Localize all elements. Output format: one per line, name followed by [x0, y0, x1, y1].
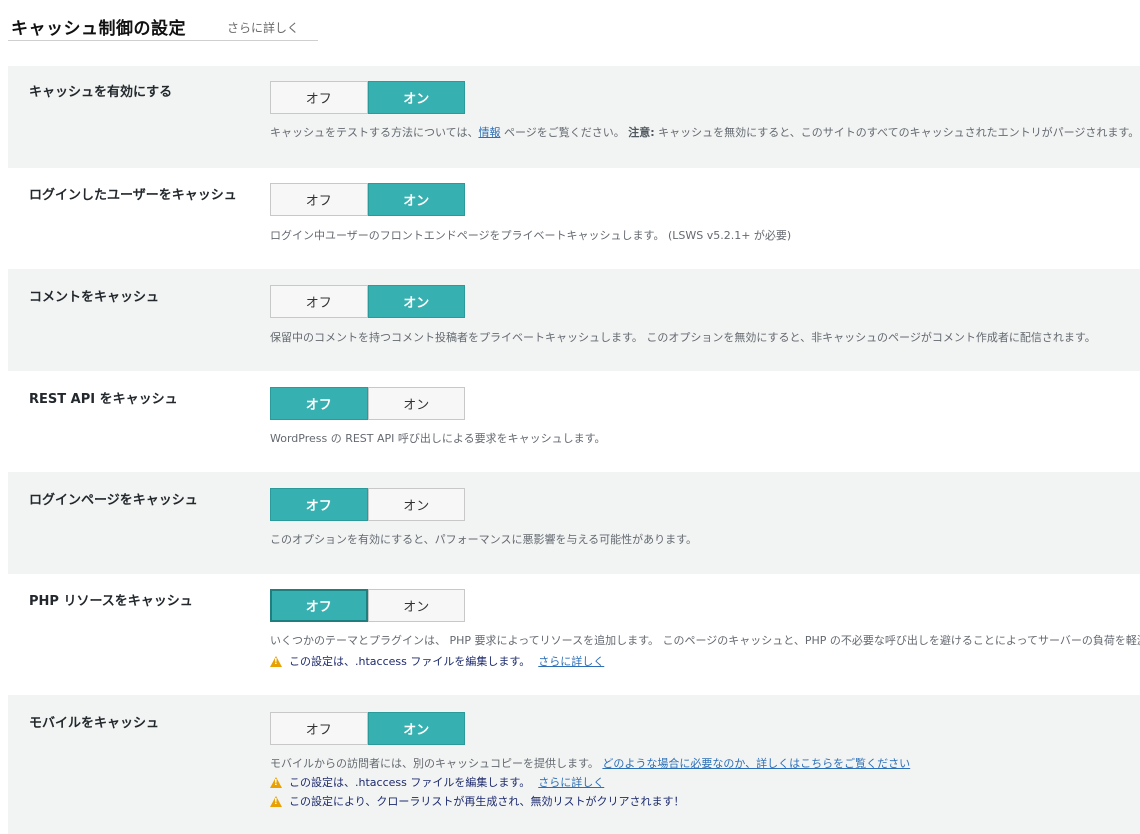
- toggle-on-button[interactable]: オン: [367, 285, 465, 318]
- setting-row-cache-rest-api: REST API をキャッシュ オフ オン WordPress の REST A…: [8, 371, 1140, 472]
- toggle-off-button[interactable]: オフ: [270, 183, 368, 216]
- note-label: 注意:: [628, 126, 655, 139]
- setting-row-cache-logged-in: ログインしたユーザーをキャッシュ オフ オン ログイン中ユーザーのフロントエンド…: [8, 168, 1140, 269]
- setting-row-cache-login-page: ログインページをキャッシュ オフ オン このオプションを有効にすると、パフォーマ…: [8, 472, 1140, 574]
- learn-more-link[interactable]: さらに詳しく: [227, 19, 299, 36]
- toggle-off-button[interactable]: オフ: [270, 488, 368, 521]
- cache-mobile-toggle[interactable]: オフ オン: [270, 712, 465, 745]
- setting-label: PHP リソースをキャッシュ: [29, 594, 193, 609]
- page-header: キャッシュ制御の設定 さらに詳しく: [8, 6, 318, 41]
- setting-row-enable-cache: キャッシュを有効にする オフ オン キャッシュをテストする方法については、情報 …: [8, 66, 1140, 168]
- setting-label: モバイルをキャッシュ: [29, 716, 160, 731]
- settings-table: キャッシュを有効にする オフ オン キャッシュをテストする方法については、情報 …: [8, 66, 1140, 834]
- toggle-off-button[interactable]: オフ: [270, 81, 368, 114]
- toggle-on-button[interactable]: オン: [367, 712, 465, 745]
- cache-rest-api-toggle[interactable]: オフ オン: [270, 387, 465, 420]
- setting-label: コメントをキャッシュ: [29, 290, 160, 305]
- setting-description: キャッシュをテストする方法については、情報 ページをご覧ください。 注意: キャ…: [270, 126, 1140, 139]
- crawler-warning: この設定により、クローラリストが再生成され、無効リストがクリアされます！: [270, 795, 684, 809]
- setting-label: キャッシュを有効にする: [29, 85, 173, 100]
- mobile-help-link[interactable]: どのような場合に必要なのか、詳しくはこちらをご覧ください: [602, 757, 910, 770]
- warning-icon: [270, 656, 282, 667]
- cache-php-resources-toggle[interactable]: オフ オン: [270, 589, 465, 622]
- htaccess-warning: この設定は、.htaccess ファイルを編集します。 さらに詳しく: [270, 655, 604, 669]
- toggle-on-button[interactable]: オン: [367, 387, 465, 420]
- setting-description: 保留中のコメントを持つコメント投稿者をプライベートキャッシュします。 このオプシ…: [270, 331, 1096, 344]
- setting-label: ログインしたユーザーをキャッシュ: [29, 188, 237, 203]
- setting-row-cache-comments: コメントをキャッシュ オフ オン 保留中のコメントを持つコメント投稿者をプライベ…: [8, 269, 1140, 371]
- setting-row-cache-php-resources: PHP リソースをキャッシュ オフ オン いくつかのテーマとプラグインは、 PH…: [8, 574, 1140, 695]
- htaccess-warning: この設定は、.htaccess ファイルを編集します。 さらに詳しく: [270, 776, 604, 790]
- setting-description: WordPress の REST API 呼び出しによる要求をキャッシュします。: [270, 432, 606, 445]
- toggle-off-button[interactable]: オフ: [270, 387, 368, 420]
- cache-logged-in-toggle[interactable]: オフ オン: [270, 183, 465, 216]
- page-title: キャッシュ制御の設定: [11, 19, 186, 39]
- toggle-on-button[interactable]: オン: [367, 488, 465, 521]
- setting-description: このオプションを有効にすると、パフォーマンスに悪影響を与える可能性があります。: [270, 533, 698, 546]
- setting-label: ログインページをキャッシュ: [29, 493, 198, 508]
- setting-row-cache-mobile: モバイルをキャッシュ オフ オン モバイルからの訪問者には、別のキャッシュコピー…: [8, 695, 1140, 834]
- warning-icon: [270, 796, 282, 807]
- setting-description: いくつかのテーマとプラグインは、 PHP 要求によってリソースを追加します。 こ…: [270, 634, 1140, 647]
- toggle-on-button[interactable]: オン: [367, 183, 465, 216]
- learn-more-link[interactable]: さらに詳しく: [538, 776, 604, 790]
- toggle-on-button[interactable]: オン: [367, 589, 465, 622]
- setting-label: REST API をキャッシュ: [29, 392, 178, 407]
- toggle-on-button[interactable]: オン: [367, 81, 465, 114]
- enable-cache-toggle[interactable]: オフ オン: [270, 81, 465, 114]
- cache-comments-toggle[interactable]: オフ オン: [270, 285, 465, 318]
- learn-more-link[interactable]: さらに詳しく: [538, 655, 604, 669]
- warning-icon: [270, 777, 282, 788]
- toggle-off-button[interactable]: オフ: [270, 285, 368, 318]
- cache-login-page-toggle[interactable]: オフ オン: [270, 488, 465, 521]
- toggle-off-button[interactable]: オフ: [270, 589, 368, 622]
- toggle-off-button[interactable]: オフ: [270, 712, 368, 745]
- setting-description: ログイン中ユーザーのフロントエンドページをプライベートキャッシュします。 (LS…: [270, 229, 792, 242]
- info-link[interactable]: 情報: [478, 126, 500, 139]
- setting-description: モバイルからの訪問者には、別のキャッシュコピーを提供します。 どのような場合に必…: [270, 757, 911, 770]
